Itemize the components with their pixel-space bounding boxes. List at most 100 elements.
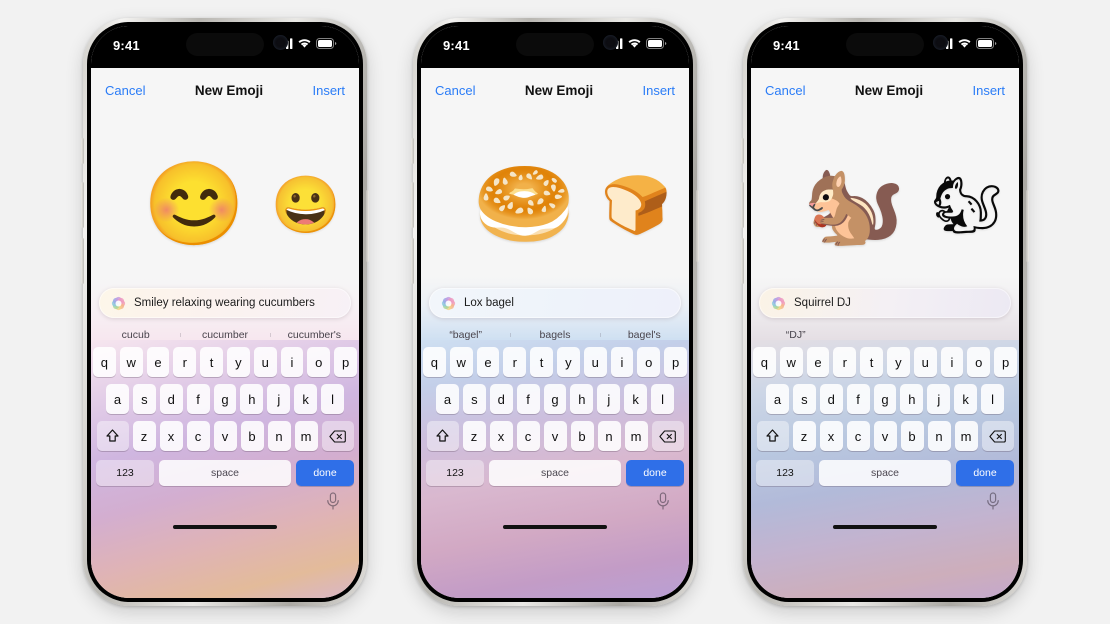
shift-up-arrow-icon[interactable]	[96, 421, 129, 451]
done-key[interactable]: done	[626, 460, 684, 486]
key-j[interactable]: j	[267, 384, 291, 414]
key-r[interactable]: r	[503, 347, 527, 377]
key-y[interactable]: y	[887, 347, 910, 377]
key-m[interactable]: m	[954, 421, 978, 451]
key-d[interactable]: d	[159, 384, 183, 414]
key-k[interactable]: k	[294, 384, 318, 414]
done-key[interactable]: done	[956, 460, 1014, 486]
key-r[interactable]: r	[833, 347, 857, 377]
microphone-icon[interactable]	[655, 492, 671, 510]
key-l[interactable]: l	[981, 384, 1005, 414]
key-a[interactable]: a	[106, 384, 129, 414]
key-v[interactable]: v	[213, 421, 237, 451]
numbers-key[interactable]: 123	[96, 460, 154, 486]
emoji-carousel[interactable]: 🥯 🍞	[421, 164, 689, 246]
key-r[interactable]: r	[173, 347, 197, 377]
squirrel-dj-side-view-emoji[interactable]: 🐿	[931, 177, 1002, 233]
key-j[interactable]: j	[927, 384, 951, 414]
emoji-carousel[interactable]: 🐿️ 🐿	[751, 164, 1019, 246]
key-g[interactable]: g	[873, 384, 897, 414]
space-key[interactable]: space	[159, 460, 291, 486]
home-indicator[interactable]	[833, 525, 937, 529]
lox-bagel-sandwich-emoji[interactable]: 🥯	[473, 164, 575, 246]
key-y[interactable]: y	[227, 347, 250, 377]
key-g[interactable]: g	[543, 384, 567, 414]
key-q[interactable]: q	[753, 347, 776, 377]
squirrel-dj-at-turntables-emoji[interactable]: 🐿️	[803, 164, 905, 246]
emoji-prompt-input[interactable]: Smiley relaxing wearing cucumbers	[99, 288, 351, 318]
volume-up-button[interactable]	[741, 182, 744, 228]
key-c[interactable]: c	[516, 421, 540, 451]
key-m[interactable]: m	[294, 421, 318, 451]
key-i[interactable]: i	[280, 347, 304, 377]
cancel-button[interactable]: Cancel	[765, 83, 805, 98]
key-i[interactable]: i	[610, 347, 634, 377]
key-o[interactable]: o	[307, 347, 331, 377]
suggestion-3[interactable]: cucumber's	[269, 329, 359, 341]
key-u[interactable]: u	[253, 347, 277, 377]
key-w[interactable]: w	[779, 347, 803, 377]
insert-button[interactable]: Insert	[312, 83, 345, 98]
key-n[interactable]: n	[267, 421, 291, 451]
key-a[interactable]: a	[436, 384, 459, 414]
key-n[interactable]: n	[927, 421, 951, 451]
key-t[interactable]: t	[860, 347, 883, 377]
key-o[interactable]: o	[967, 347, 991, 377]
backspace-delete-icon[interactable]	[981, 421, 1014, 451]
suggestion-2[interactable]: cucumber	[180, 329, 269, 341]
key-b[interactable]: b	[240, 421, 264, 451]
key-x[interactable]: x	[489, 421, 513, 451]
microphone-icon[interactable]	[325, 492, 341, 510]
key-z[interactable]: z	[792, 421, 816, 451]
open-bagel-with-lox-emoji[interactable]: 🍞	[601, 177, 671, 233]
key-a[interactable]: a	[766, 384, 789, 414]
suggestion-3[interactable]: bagel's	[599, 329, 689, 341]
volume-down-button[interactable]	[411, 238, 414, 284]
space-key[interactable]: space	[819, 460, 951, 486]
key-n[interactable]: n	[597, 421, 621, 451]
grinning-face-with-cucumber-eyes-emoji[interactable]: 😀	[271, 177, 341, 233]
key-f[interactable]: f	[846, 384, 870, 414]
key-p[interactable]: p	[994, 347, 1017, 377]
key-k[interactable]: k	[624, 384, 648, 414]
key-i[interactable]: i	[940, 347, 964, 377]
key-j[interactable]: j	[597, 384, 621, 414]
power-button[interactable]	[1026, 190, 1029, 262]
backspace-delete-icon[interactable]	[321, 421, 354, 451]
key-f[interactable]: f	[516, 384, 540, 414]
cancel-button[interactable]: Cancel	[105, 83, 145, 98]
key-y[interactable]: y	[557, 347, 580, 377]
ring-switch[interactable]	[81, 138, 84, 164]
key-d[interactable]: d	[489, 384, 513, 414]
numbers-key[interactable]: 123	[756, 460, 814, 486]
key-k[interactable]: k	[954, 384, 978, 414]
volume-down-button[interactable]	[81, 238, 84, 284]
key-s[interactable]: s	[132, 384, 156, 414]
key-e[interactable]: e	[146, 347, 170, 377]
key-p[interactable]: p	[334, 347, 357, 377]
key-l[interactable]: l	[651, 384, 675, 414]
done-key[interactable]: done	[296, 460, 354, 486]
power-button[interactable]	[696, 190, 699, 262]
emoji-prompt-input[interactable]: Squirrel DJ	[759, 288, 1011, 318]
shift-up-arrow-icon[interactable]	[426, 421, 459, 451]
home-indicator[interactable]	[503, 525, 607, 529]
suggestion-1[interactable]: “bagel”	[421, 329, 510, 341]
key-u[interactable]: u	[913, 347, 937, 377]
key-s[interactable]: s	[792, 384, 816, 414]
shift-up-arrow-icon[interactable]	[756, 421, 789, 451]
key-v[interactable]: v	[543, 421, 567, 451]
space-key[interactable]: space	[489, 460, 621, 486]
key-x[interactable]: x	[819, 421, 843, 451]
key-l[interactable]: l	[321, 384, 345, 414]
home-indicator[interactable]	[173, 525, 277, 529]
microphone-icon[interactable]	[985, 492, 1001, 510]
key-w[interactable]: w	[449, 347, 473, 377]
cancel-button[interactable]: Cancel	[435, 83, 475, 98]
key-e[interactable]: e	[476, 347, 500, 377]
key-d[interactable]: d	[819, 384, 843, 414]
ring-switch[interactable]	[411, 138, 414, 164]
insert-button[interactable]: Insert	[642, 83, 675, 98]
key-s[interactable]: s	[462, 384, 486, 414]
key-v[interactable]: v	[873, 421, 897, 451]
